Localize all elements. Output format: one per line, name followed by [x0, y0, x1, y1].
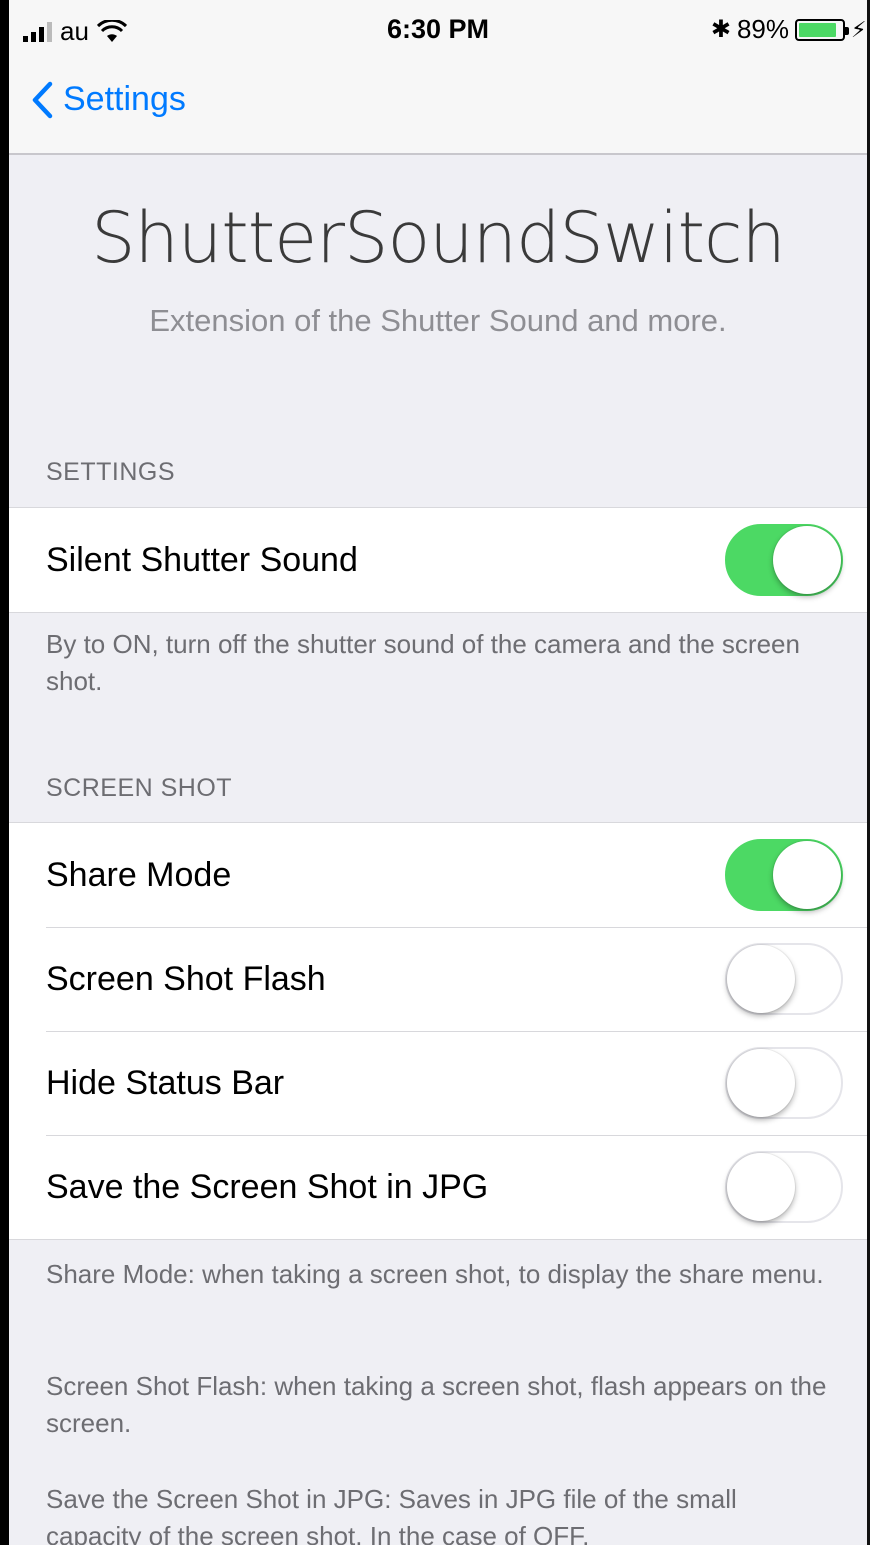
app-header: ShutterSoundSwitch Extension of the Shut… — [9, 157, 867, 339]
section-header-settings: SETTINGS — [46, 458, 176, 486]
row-label: Save the Screen Shot in JPG — [46, 1167, 489, 1206]
back-button-label: Settings — [63, 80, 186, 118]
row-label: Hide Status Bar — [46, 1063, 285, 1102]
toggle-knob — [773, 841, 841, 909]
section-header-screen-shot: SCREEN SHOT — [46, 774, 233, 802]
battery-icon — [795, 18, 849, 41]
settings-group: Silent Shutter Sound — [9, 507, 867, 613]
battery-level — [799, 22, 837, 37]
row-label: Share Mode — [46, 855, 232, 894]
charging-icon: ⚡ — [851, 16, 865, 42]
hide-status-bar-toggle[interactable] — [725, 1047, 843, 1119]
silent-shutter-sound-toggle[interactable] — [725, 524, 843, 596]
app-title: ShutterSoundSwitch — [91, 197, 786, 279]
bluetooth-icon: ✱ — [710, 16, 731, 43]
status-bar-right: ✱ 89% ⚡ — [711, 14, 865, 45]
navigation-area: au 6:30 PM ✱ 89% ⚡ Settings — [9, 0, 867, 155]
settings-footer: By to ON, turn off the shutter sound of … — [46, 629, 800, 696]
row-label: Screen Shot Flash — [46, 959, 326, 998]
back-button[interactable]: Settings — [31, 80, 186, 119]
chevron-left-icon — [32, 81, 53, 118]
row-screen-shot-flash[interactable]: Screen Shot Flash — [9, 927, 867, 1031]
share-mode-toggle[interactable] — [725, 839, 843, 911]
app-subtitle: Extension of the Shutter Sound and more. — [149, 303, 727, 338]
toggle-knob — [727, 945, 795, 1013]
screen-shot-flash-note: Screen Shot Flash: when taking a screen … — [46, 1371, 827, 1438]
row-hide-status-bar[interactable]: Hide Status Bar — [9, 1031, 867, 1135]
status-bar: au 6:30 PM ✱ 89% ⚡ — [9, 0, 867, 62]
row-silent-shutter-sound[interactable]: Silent Shutter Sound — [9, 508, 867, 612]
save-jpg-note: Save the Screen Shot in JPG: Saves in JP… — [46, 1484, 737, 1545]
screen-frame-left — [0, 0, 9, 1545]
row-save-jpg[interactable]: Save the Screen Shot in JPG — [9, 1135, 867, 1239]
screen-shot-flash-toggle[interactable] — [725, 943, 843, 1015]
toggle-knob — [727, 1153, 795, 1221]
toggle-knob — [773, 526, 841, 594]
save-jpg-toggle[interactable] — [725, 1151, 843, 1223]
battery-percentage: 89% — [736, 14, 789, 44]
row-label: Silent Shutter Sound — [46, 540, 358, 579]
row-share-mode[interactable]: Share Mode — [9, 823, 867, 927]
screen-shot-group: Share Mode Screen Shot Flash Hide Status… — [9, 822, 867, 1240]
toggle-knob — [727, 1049, 795, 1117]
share-mode-note: Share Mode: when taking a screen shot, t… — [46, 1259, 824, 1289]
